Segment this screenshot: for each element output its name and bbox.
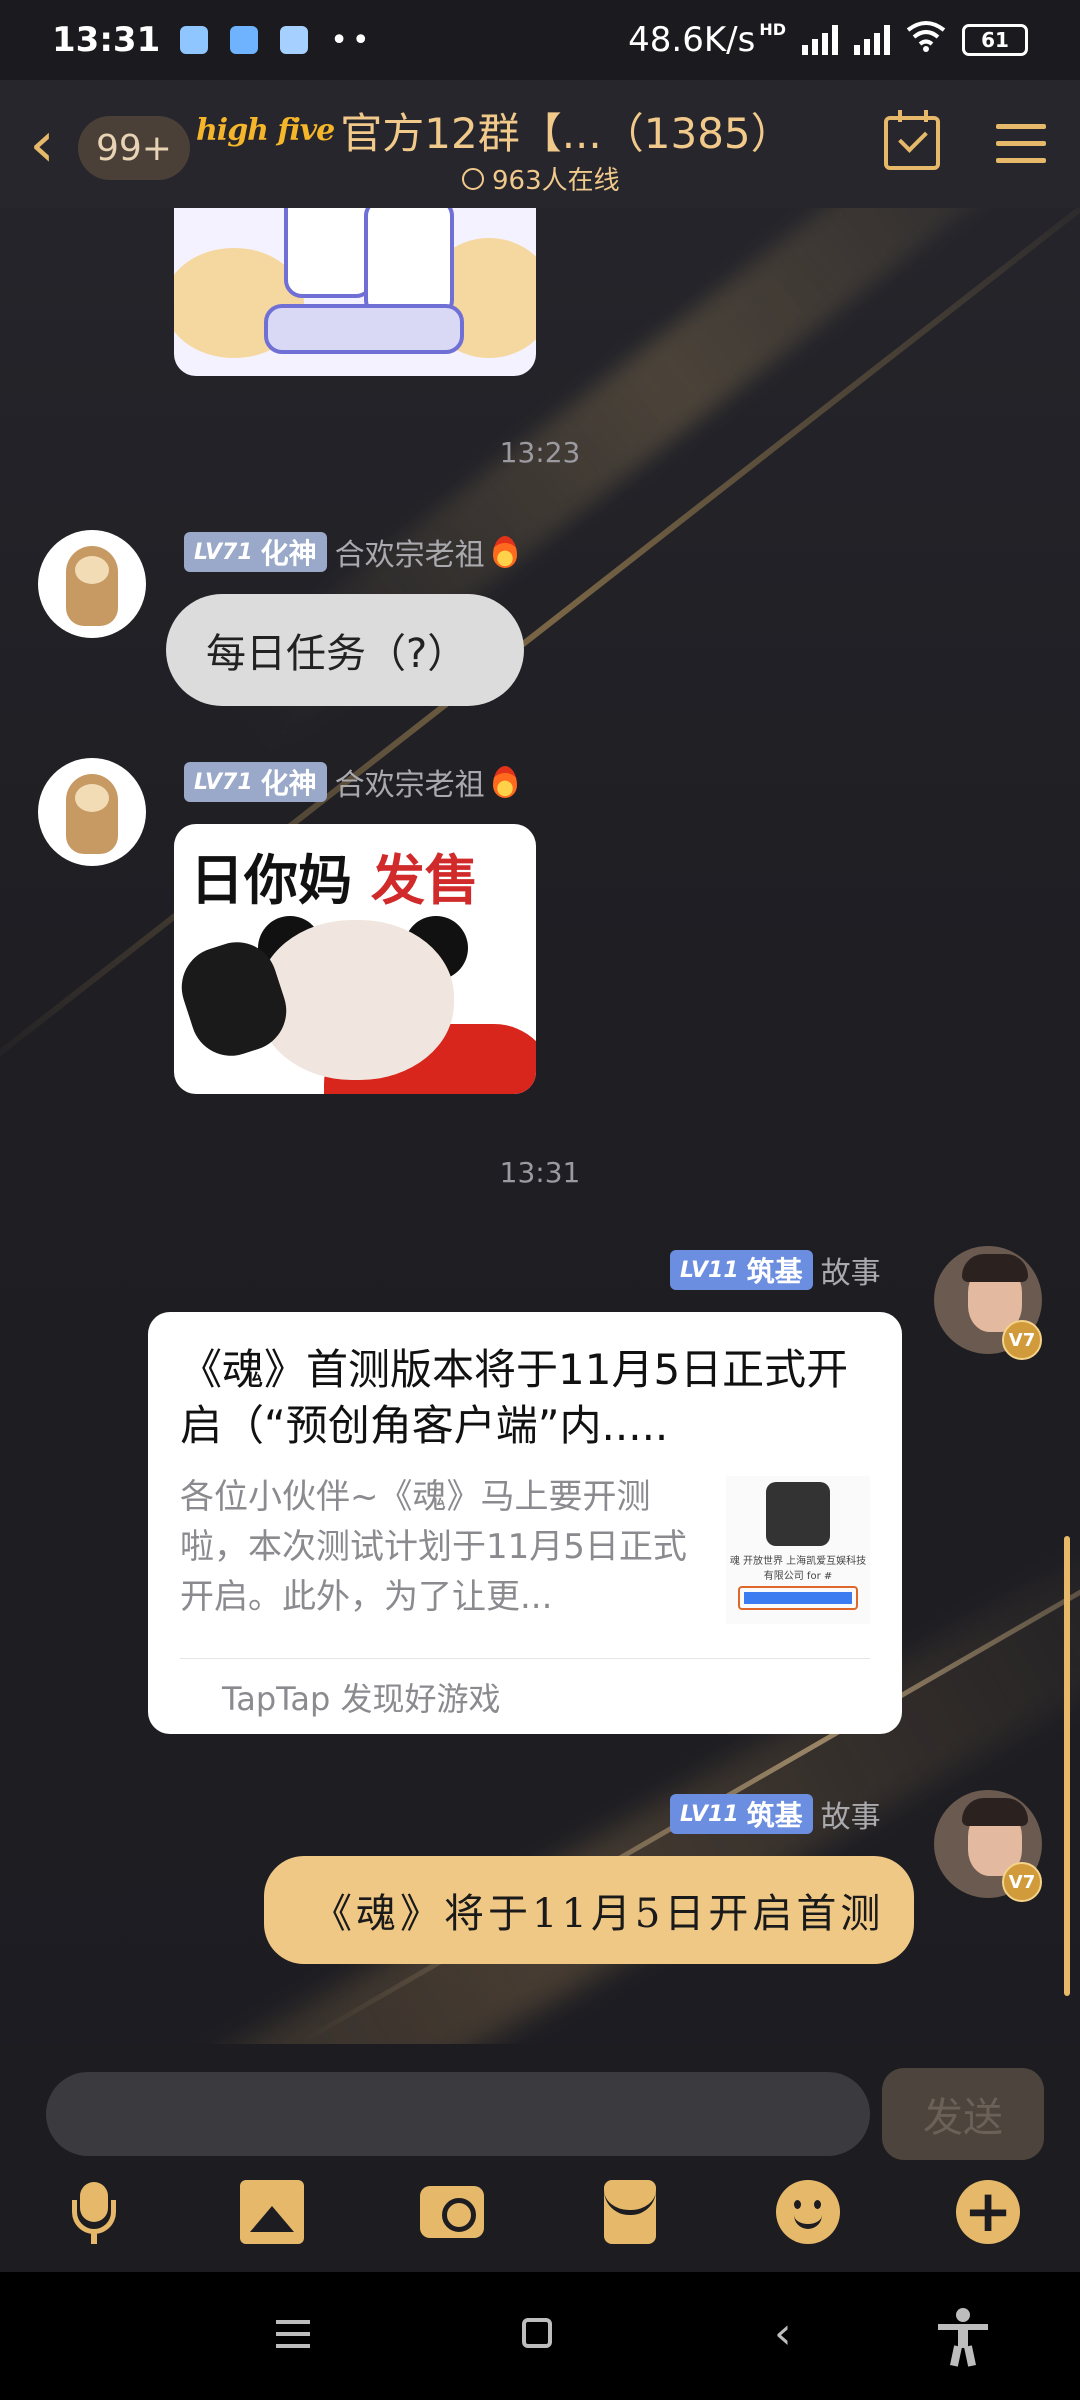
checkin-calendar-icon[interactable] — [884, 110, 940, 170]
status-bar: 13:31 •• 48.6K/s HD 61 — [0, 0, 1080, 80]
sender-name[interactable]: 合欢宗老祖 — [335, 530, 485, 574]
mic-icon[interactable] — [62, 2180, 126, 2244]
notification-icon — [280, 26, 309, 54]
net-speed: 48.6K/s — [628, 20, 756, 60]
thumbnail-button — [738, 1586, 858, 1610]
fire-icon — [492, 536, 517, 568]
system-nav-bar: ‹ — [0, 2272, 1080, 2400]
timestamp: 13:23 — [499, 436, 581, 469]
group-title-row[interactable]: high five 官方12群【...（1385） — [196, 100, 793, 161]
online-count[interactable]: 963人在线 — [462, 160, 620, 197]
divider — [180, 1658, 870, 1659]
sticker-caption: 日你妈 — [190, 849, 352, 912]
message-bubble[interactable]: 每日任务（?） — [166, 594, 524, 706]
fire-icon — [492, 766, 517, 798]
notification-icon — [230, 26, 259, 54]
composer: 发送 + — [0, 2044, 1080, 2272]
link-card[interactable]: 《魂》首测版本将于11月5日正式开启（“预创角客户端”内..... 各位小伙伴~… — [148, 1312, 902, 1734]
signal-icon — [802, 25, 838, 55]
vip-badge: V7 — [1002, 1862, 1042, 1902]
sender-name[interactable]: 故事 — [821, 1248, 881, 1292]
thumbnail-caption: 魂 开放世界 上海凯爱互娱科技有限公司 for # — [729, 1556, 867, 1582]
nav-home-icon[interactable] — [522, 2318, 552, 2348]
chat-background — [0, 0, 1080, 2400]
game-logo — [766, 1482, 830, 1546]
group-title: 官方12群【...（1385） — [340, 109, 793, 158]
sender-name[interactable]: 合欢宗老祖 — [335, 760, 485, 804]
sender-meta: LV71 化神 合欢宗老祖 — [184, 530, 517, 574]
more-notifications-icon: •• — [330, 22, 374, 58]
timestamp: 13:31 — [499, 1156, 581, 1189]
battery-icon: 61 — [962, 24, 1028, 56]
level-badge: LV71 化神 — [184, 532, 327, 572]
link-card-source: TapTap 发现好游戏 — [222, 1680, 501, 1718]
nav-back-icon[interactable]: ‹ — [774, 2312, 792, 2356]
vip-badge: V7 — [1002, 1320, 1042, 1360]
notification-icon — [180, 26, 209, 54]
send-button[interactable]: 发送 — [882, 2068, 1044, 2160]
bg-streak — [0, 158, 1080, 1088]
menu-icon[interactable] — [996, 124, 1046, 164]
message-input[interactable] — [46, 2072, 870, 2156]
sender-meta: LV11 筑基 故事 — [670, 1248, 881, 1292]
avatar[interactable] — [38, 530, 146, 638]
sender-name[interactable]: 故事 — [821, 1792, 881, 1836]
chat-header: ‹ 99+ high five 官方12群【...（1385） 963人在线 — [0, 80, 1080, 208]
link-card-title: 《魂》首测版本将于11月5日正式开启（“预创角客户端”内..... — [180, 1345, 849, 1450]
nav-menu-icon[interactable] — [276, 2320, 310, 2348]
image-icon[interactable] — [240, 2180, 304, 2244]
link-card-description: 各位小伙伴~《魂》马上要开测啦，本次测试计划于11月5日正式开启。此外，为了让更… — [180, 1477, 687, 1617]
brand-logo: high five — [196, 113, 335, 148]
redpacket-icon[interactable] — [604, 2180, 656, 2244]
sticker-image[interactable]: 日你妈 发售 — [174, 824, 536, 1094]
level-badge: LV71 化神 — [184, 762, 327, 802]
avatar[interactable] — [38, 758, 146, 866]
online-count-label: 963人在线 — [492, 166, 620, 196]
scrollbar[interactable] — [1064, 1536, 1070, 1996]
unread-count-badge[interactable]: 99+ — [78, 116, 190, 180]
level-badge: LV11 筑基 — [670, 1250, 813, 1290]
sticker-image[interactable] — [174, 208, 536, 376]
wifi-icon — [906, 20, 946, 61]
signal-icon — [854, 25, 890, 55]
link-card-thumbnail: 魂 开放世界 上海凯爱互娱科技有限公司 for # — [726, 1476, 870, 1624]
camera-icon[interactable] — [420, 2186, 484, 2238]
plus-icon[interactable]: + — [956, 2180, 1020, 2244]
chevron-down-icon — [462, 167, 484, 190]
sender-meta: LV71 化神 合欢宗老祖 — [184, 760, 517, 804]
level-badge: LV11 筑基 — [670, 1794, 813, 1834]
hd-label: HD — [759, 19, 786, 39]
sender-meta: LV11 筑基 故事 — [670, 1792, 881, 1836]
emoji-icon[interactable] — [776, 2180, 840, 2244]
status-time: 13:31 — [52, 20, 161, 60]
sticker-caption-red: 发售 — [370, 849, 479, 912]
message-bubble[interactable]: 《魂》将于11月5日开启首测 — [264, 1856, 914, 1964]
accessibility-icon[interactable] — [938, 2308, 988, 2367]
back-icon[interactable]: ‹ — [14, 110, 70, 180]
